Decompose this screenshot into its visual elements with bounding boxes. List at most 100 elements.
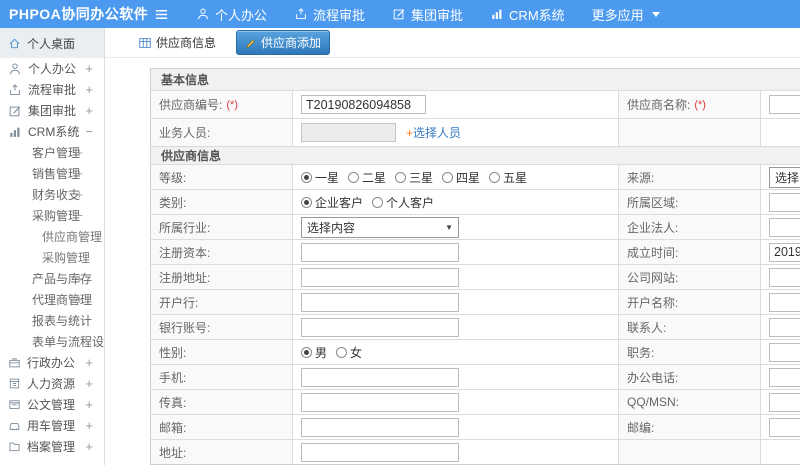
field-value-cell xyxy=(761,439,800,464)
bank-input[interactable] xyxy=(301,292,459,312)
sidebar-item-vehicle-mgmt[interactable]: 用车管理 + xyxy=(0,415,104,436)
field-label: 联系人: xyxy=(627,320,667,335)
nav-item-label: CRM系统 xyxy=(509,7,565,23)
field-label: 邮编: xyxy=(627,420,655,435)
sidebar-item-finance-mgmt[interactable]: 财务收支 + xyxy=(0,184,104,205)
gender-radio-option[interactable]: 女 xyxy=(336,344,362,361)
sidebar-item-personal-desktop[interactable]: 个人桌面 xyxy=(0,28,104,58)
field-value-cell xyxy=(293,439,619,464)
expand-icon: + xyxy=(75,187,83,202)
field-label: 所属行业: xyxy=(159,220,211,235)
sidebar-item-label: 集团审批 xyxy=(28,104,77,118)
category-radio-option[interactable]: 企业客户 xyxy=(301,194,363,211)
hamburger-icon[interactable] xyxy=(148,7,174,22)
sidebar-item-label: 个人办公 xyxy=(28,62,77,76)
edit-square-icon xyxy=(8,104,22,118)
expand-icon: + xyxy=(75,166,83,181)
sidebar-item-sales-mgmt[interactable]: 销售管理 + xyxy=(0,163,104,184)
founded-date-input[interactable] xyxy=(769,242,800,262)
field-value-cell xyxy=(761,264,800,289)
company-website-input[interactable] xyxy=(769,267,800,287)
edit-square-icon xyxy=(392,7,406,21)
sidebar-item-label: 销售管理 xyxy=(32,167,81,181)
sidebar-item-customer-mgmt[interactable]: 客户管理 + xyxy=(0,142,104,163)
sidebar-item-workflow-approval[interactable]: 流程审批 + xyxy=(0,79,104,100)
select-value: 选择内容 xyxy=(775,170,800,185)
sidebar-item-personal-office[interactable]: 个人办公 + xyxy=(0,58,104,79)
tab-supplier-add[interactable]: 供应商添加 xyxy=(236,30,331,55)
position-input[interactable] xyxy=(769,342,800,362)
email-input[interactable] xyxy=(301,417,459,437)
field-label-cell: 企业法人: xyxy=(619,214,761,239)
legal-person-input[interactable] xyxy=(769,217,800,237)
field-label: 办公电话: xyxy=(627,370,679,385)
form-row: 开户行: 开户名称: xyxy=(151,289,800,314)
contact-input[interactable] xyxy=(769,317,800,337)
radio-checked-icon[interactable] xyxy=(301,346,312,358)
sidebar-item-product-inventory[interactable]: 产品与库存 + xyxy=(0,268,104,289)
sidebar-item-document-mgmt[interactable]: 公文管理 + xyxy=(0,394,104,415)
registered-address-input[interactable] xyxy=(301,267,459,287)
industry-select[interactable]: 选择内容 ▼ xyxy=(301,216,459,238)
supplier-name-input[interactable] xyxy=(769,95,800,114)
sidebar-item-supplier-mgmt[interactable]: 供应商管理 xyxy=(0,226,104,247)
sidebar-item-reports-stats[interactable]: 报表与统计 xyxy=(0,310,104,331)
sidebar-item-label: 档案管理 xyxy=(27,440,76,454)
field-label: 传真: xyxy=(159,395,187,410)
radio-icon[interactable] xyxy=(348,171,360,183)
radio-icon[interactable] xyxy=(336,346,348,358)
radio-checked-icon[interactable] xyxy=(301,196,312,208)
radio-icon[interactable] xyxy=(372,196,384,208)
field-value-cell xyxy=(761,364,800,389)
mobile-input[interactable] xyxy=(301,367,459,387)
category-radio-option[interactable]: 个人客户 xyxy=(372,194,434,211)
gender-radio-option[interactable]: 男 xyxy=(301,344,327,361)
expand-icon: + xyxy=(75,145,83,160)
radio-icon[interactable] xyxy=(395,171,407,183)
field-value-cell xyxy=(293,314,619,339)
field-label-cell: 注册资本: xyxy=(151,239,293,264)
qq-msn-input[interactable] xyxy=(769,392,800,412)
radio-checked-icon[interactable] xyxy=(301,171,312,183)
nav-item-group-approval[interactable]: 集团审批 xyxy=(392,5,463,24)
fax-input[interactable] xyxy=(301,392,459,412)
sidebar-item-group-approval[interactable]: 集团审批 + xyxy=(0,100,104,121)
account-name-input[interactable] xyxy=(769,292,800,312)
field-value-cell xyxy=(761,239,800,264)
sidebar-item-purchasing[interactable]: 采购管理 xyxy=(0,247,104,268)
bank-account-input[interactable] xyxy=(301,317,459,337)
level-radio-option[interactable]: 四星 xyxy=(442,169,480,186)
registered-capital-input[interactable] xyxy=(301,242,459,262)
level-radio-option[interactable]: 一星 xyxy=(301,169,339,186)
nav-item-workflow-approval[interactable]: 流程审批 xyxy=(294,5,365,24)
sidebar-item-purchase-mgmt[interactable]: 采购管理 − xyxy=(0,205,104,226)
sidebar-item-human-resources[interactable]: 人力资源 + xyxy=(0,373,104,394)
sidebar-item-agent-mgmt[interactable]: 代理商管理 + xyxy=(0,289,104,310)
bar-chart-icon xyxy=(490,7,504,21)
expand-icon: + xyxy=(85,61,93,76)
region-input[interactable] xyxy=(769,192,800,212)
sidebar-item-archive-mgmt[interactable]: 档案管理 + xyxy=(0,436,104,457)
level-radio-option[interactable]: 三星 xyxy=(395,169,433,186)
level-radio-option[interactable]: 五星 xyxy=(489,169,527,186)
select-person-link[interactable]: +选择人员 xyxy=(406,124,461,141)
source-select[interactable]: 选择内容▼ xyxy=(769,166,800,188)
field-value-cell xyxy=(761,90,800,118)
nav-item-crm-system[interactable]: CRM系统 xyxy=(490,5,565,24)
zip-input[interactable] xyxy=(769,417,800,437)
supplier-code-input[interactable] xyxy=(301,95,426,114)
sidebar-item-label: 公文管理 xyxy=(27,398,76,412)
sidebar-item-form-workflow-settings[interactable]: 表单与流程设置+ xyxy=(0,331,104,352)
office-phone-input[interactable] xyxy=(769,367,800,387)
nav-item-personal-office[interactable]: 个人办公 xyxy=(196,5,267,24)
level-radio-option[interactable]: 二星 xyxy=(348,169,386,186)
nav-item-label: 流程审批 xyxy=(313,7,366,23)
address-input[interactable] xyxy=(301,442,459,462)
business-person-input[interactable] xyxy=(301,123,396,142)
radio-icon[interactable] xyxy=(489,171,501,183)
sidebar-item-crm-system[interactable]: CRM系统 − xyxy=(0,121,104,142)
nav-item-more-apps[interactable]: 更多应用 xyxy=(592,5,660,24)
radio-icon[interactable] xyxy=(442,171,454,183)
tab-supplier-info[interactable]: 供应商信息 xyxy=(130,31,224,54)
sidebar-item-admin-office[interactable]: 行政办公 + xyxy=(0,352,104,373)
